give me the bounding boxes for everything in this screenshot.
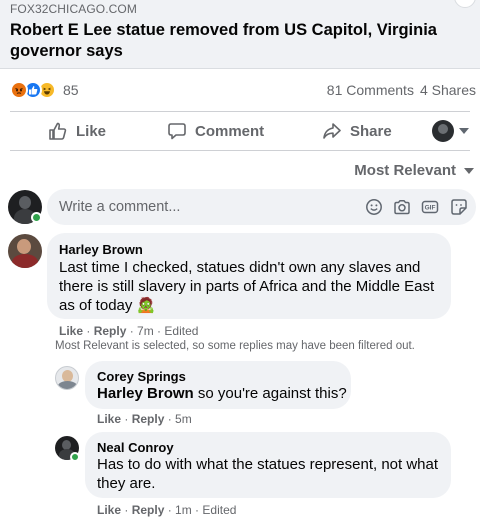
camera-icon[interactable]: [393, 198, 411, 216]
comment-meta: Like · Reply · 7m · Edited: [59, 324, 199, 338]
edited-label: Edited: [202, 503, 237, 517]
profile-avatar: [432, 120, 454, 142]
emoji-icon[interactable]: [365, 198, 383, 216]
reply-reply-link[interactable]: Reply: [132, 412, 165, 426]
comment-button-label: Comment: [195, 122, 265, 140]
sticker-icon[interactable]: [450, 198, 468, 216]
gif-icon[interactable]: GIF: [421, 198, 439, 216]
comment-input[interactable]: [59, 199, 359, 215]
mentioned-user-tag[interactable]: Harley Brown: [97, 385, 194, 402]
comment-bubble: Harley Brown Last time I checked, statue…: [47, 233, 451, 319]
zombie-emoji: 🧟: [136, 297, 156, 314]
comment-text: Last time I checked, statues didn't own …: [59, 259, 435, 314]
commenter-avatar[interactable]: [8, 234, 42, 268]
comment-like-link[interactable]: Like: [59, 324, 83, 338]
comment-reply-link[interactable]: Reply: [94, 324, 127, 338]
comment-share-counts: 81 Comments 4 Shares: [327, 82, 476, 98]
replier-avatar[interactable]: [55, 366, 79, 390]
shares-count-link[interactable]: 4 Shares: [420, 82, 476, 98]
svg-text:GIF: GIF: [425, 205, 436, 212]
reply-text: Has to do with what the statues represen…: [97, 456, 439, 492]
reply-timestamp[interactable]: 5m: [175, 412, 192, 426]
share-button[interactable]: Share: [322, 112, 392, 150]
reply-author[interactable]: Corey Springs: [97, 369, 186, 384]
comment-icon: [168, 123, 186, 140]
card-options-button[interactable]: [454, 0, 476, 8]
reply-reply-link[interactable]: Reply: [132, 503, 165, 517]
reply-like-link[interactable]: Like: [97, 412, 121, 426]
comment-composer[interactable]: GIF: [47, 189, 476, 225]
reply-bubble: Neal Conroy Has to do with what the stat…: [85, 432, 451, 498]
link-domain: FOX32CHICAGO.COM: [10, 2, 137, 16]
sort-label: Most Relevant: [354, 162, 456, 179]
share-arrow-icon: [323, 123, 341, 139]
reply-bubble: Corey Springs Harley Brown so you're aga…: [85, 361, 351, 409]
share-button-label: Share: [350, 122, 392, 140]
comment-button[interactable]: Comment: [167, 112, 264, 150]
caret-down-icon: [464, 167, 474, 174]
reply-like-link[interactable]: Like: [97, 503, 121, 517]
like-button-label: Like: [76, 122, 107, 140]
caret-down-icon: [459, 128, 469, 134]
reply-text: so you're against this?: [193, 385, 347, 402]
post-action-bar: Like Comment Share: [10, 111, 470, 151]
link-preview-card[interactable]: FOX32CHICAGO.COM Robert E Lee statue rem…: [0, 0, 480, 69]
engagement-stats: 85 81 Comments 4 Shares: [0, 70, 480, 108]
comment-as-selector[interactable]: [432, 112, 469, 150]
online-status-indicator: [70, 452, 80, 462]
comment-sort-dropdown[interactable]: Most Relevant: [354, 162, 474, 179]
online-status-indicator: [31, 212, 42, 223]
reply-body: Harley Brown so you're against this?: [97, 384, 347, 403]
like-button[interactable]: Like: [48, 112, 106, 150]
reply-meta: Like · Reply · 1m · Edited: [97, 503, 237, 517]
comments-count-link[interactable]: 81 Comments: [327, 82, 414, 98]
link-headline[interactable]: Robert E Lee statue removed from US Capi…: [10, 20, 440, 62]
reply-timestamp[interactable]: 1m: [175, 503, 192, 517]
reaction-count[interactable]: 85: [63, 82, 79, 98]
edited-label: Edited: [164, 324, 199, 338]
comment-body: Last time I checked, statues didn't own …: [59, 258, 435, 315]
angry-reaction-icon: [10, 81, 28, 99]
thumbs-up-icon: [49, 122, 67, 140]
comment-timestamp[interactable]: 7m: [137, 324, 154, 338]
reply-author[interactable]: Neal Conroy: [97, 440, 174, 455]
comment-author[interactable]: Harley Brown: [59, 242, 143, 257]
filter-notice: Most Relevant is selected, so some repli…: [55, 340, 415, 352]
reply-meta: Like · Reply · 5m: [97, 412, 192, 426]
